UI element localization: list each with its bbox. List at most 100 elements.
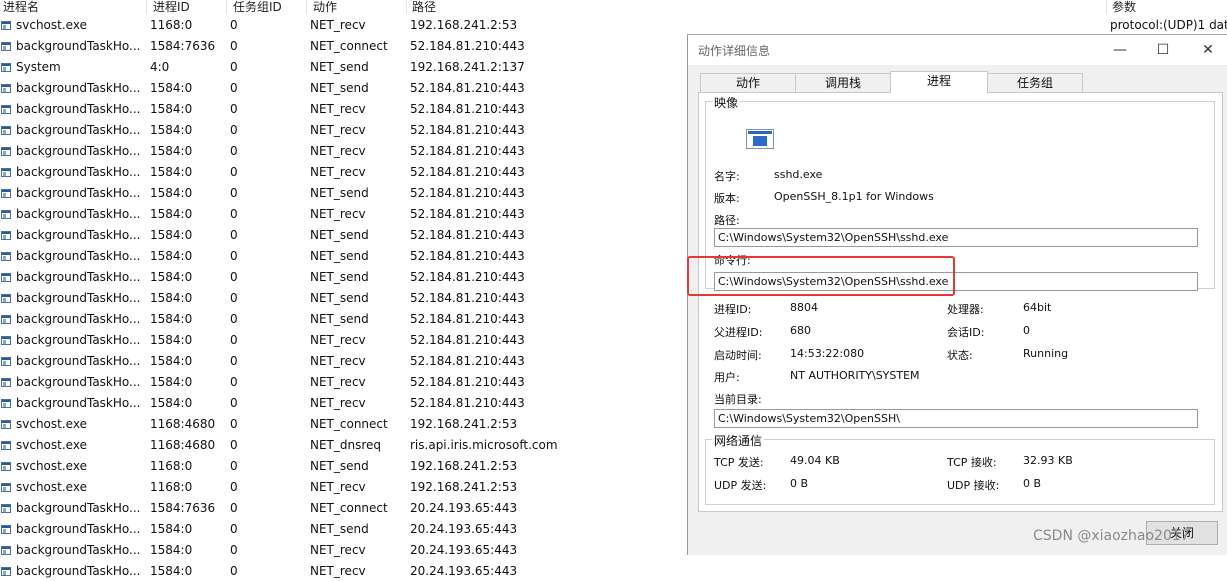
cell-process-name: backgroundTaskHo... [16, 564, 141, 578]
table-row[interactable]: svchost.exe 1168:0 0 NET_send 192.168.241.2:… [0, 455, 680, 476]
cell-process-name: backgroundTaskHo... [16, 186, 141, 200]
minimize-button[interactable]: — [1100, 37, 1140, 63]
cell-action: NET_recv [310, 480, 366, 494]
column-divider[interactable] [406, 0, 407, 14]
path-field[interactable]: C:\Windows\System32\OpenSSH\sshd.exe [714, 228, 1198, 247]
table-row[interactable]: backgroundTaskHo... 1584:0 0 NET_recv 52.184… [0, 140, 680, 161]
table-row[interactable]: backgroundTaskHo... 1584:0 0 NET_recv 52.184… [0, 98, 680, 119]
cell-process-name: backgroundTaskHo... [16, 522, 141, 536]
tab-taskgroup[interactable]: 任务组 [987, 73, 1083, 92]
cell-process-name: svchost.exe [16, 459, 87, 473]
cwd-field[interactable]: C:\Windows\System32\OpenSSH\ [714, 409, 1198, 428]
column-header-pid[interactable]: 进程ID [153, 0, 190, 15]
cell-path: 52.184.81.210:443 [410, 354, 525, 368]
cell-process-name: backgroundTaskHo... [16, 396, 141, 410]
table-row[interactable]: svchost.exe 1168:4680 0 NET_dnsreq ris.api.i… [0, 434, 680, 455]
process-icon [1, 84, 11, 93]
column-divider[interactable] [306, 0, 307, 14]
cell-process-name: backgroundTaskHo... [16, 123, 141, 137]
cell-action: NET_send [310, 522, 369, 536]
table-row[interactable]: svchost.exe 1168:4680 0 NET_connect 192.168.… [0, 413, 680, 434]
cell-taskgroup-id: 0 [230, 333, 238, 347]
name-value: sshd.exe [774, 168, 823, 181]
cell-path: 52.184.81.210:443 [410, 249, 525, 263]
udp-send-label: UDP 发送: [714, 479, 767, 492]
table-row[interactable]: svchost.exe 1168:0 0 NET_recv 192.168.241.2:… [0, 476, 680, 497]
table-row[interactable]: backgroundTaskHo... 1584:0 0 NET_send 52.184… [0, 287, 680, 308]
table-row[interactable]: System 4:0 0 NET_send 192.168.241.2:137 [0, 56, 680, 77]
table-row[interactable]: backgroundTaskHo... 1584:0 0 NET_send 52.184… [0, 245, 680, 266]
process-icon [1, 420, 11, 429]
dialog-titlebar[interactable]: 动作详细信息 — ☐ ✕ [688, 35, 1227, 65]
column-divider[interactable] [146, 0, 147, 14]
table-row[interactable]: backgroundTaskHo... 1584:0 0 NET_send 52.184… [0, 182, 680, 203]
cell-taskgroup-id: 0 [230, 501, 238, 515]
table-row[interactable]: backgroundTaskHo... 1584:0 0 NET_recv 52.184… [0, 119, 680, 140]
cell-process-name: backgroundTaskHo... [16, 312, 141, 326]
cell-pid: 1584:0 [150, 228, 193, 242]
cell-path: 20.24.193.65:443 [410, 522, 518, 536]
tab-action[interactable]: 动作 [700, 73, 796, 92]
column-header-taskgroup[interactable]: 任务组ID [233, 0, 282, 15]
table-row[interactable]: backgroundTaskHo... 1584:7636 0 NET_connect… [0, 497, 680, 518]
column-header-path[interactable]: 路径 [412, 0, 436, 15]
cell-process-name: backgroundTaskHo... [16, 249, 141, 263]
cell-action: NET_recv [310, 123, 366, 137]
table-row[interactable]: svchost.exe 1168:0 0 NET_recv 192.168.241.2:… [0, 14, 680, 35]
table-row[interactable]: backgroundTaskHo... 1584:0 0 NET_recv 52.184… [0, 350, 680, 371]
column-header-params[interactable]: 参数 [1112, 0, 1136, 15]
maximize-button[interactable]: ☐ [1143, 37, 1183, 63]
cell-taskgroup-id: 0 [230, 522, 238, 536]
session-value: 0 [1023, 324, 1030, 337]
process-icon [1, 231, 11, 240]
process-icon [1, 147, 11, 156]
close-window-button[interactable]: ✕ [1188, 37, 1227, 63]
table-row[interactable]: backgroundTaskHo... 1584:0 0 NET_send 52.184… [0, 308, 680, 329]
cell-path: 52.184.81.210:443 [410, 123, 525, 137]
cell-path: 192.168.241.2:53 [410, 459, 518, 473]
table-row[interactable]: backgroundTaskHo... 1584:0 0 NET_send 52.184… [0, 266, 680, 287]
cell-taskgroup-id: 0 [230, 102, 238, 116]
table-row[interactable]: backgroundTaskHo... 1584:0 0 NET_recv 52.184… [0, 203, 680, 224]
tab-process[interactable]: 进程 [890, 71, 988, 93]
table-row[interactable]: backgroundTaskHo... 1584:0 0 NET_send 20.24.… [0, 518, 680, 539]
table-row[interactable]: backgroundTaskHo... 1584:7636 0 NET_connect… [0, 35, 680, 56]
version-value: OpenSSH_8.1p1 for Windows [774, 190, 934, 203]
process-icon [1, 294, 11, 303]
table-row[interactable]: backgroundTaskHo... 1584:0 0 NET_recv 52.184… [0, 371, 680, 392]
cell-process-name: backgroundTaskHo... [16, 81, 141, 95]
cell-path: 52.184.81.210:443 [410, 165, 525, 179]
cell-pid: 1584:0 [150, 354, 193, 368]
table-row[interactable]: backgroundTaskHo... 1584:0 0 NET_recv 20.24.… [0, 560, 680, 581]
tab-callstack[interactable]: 调用栈 [795, 73, 891, 92]
cell-action: NET_connect [310, 501, 388, 515]
cell-pid: 1584:0 [150, 522, 193, 536]
column-header-action[interactable]: 动作 [313, 0, 337, 15]
table-row[interactable]: backgroundTaskHo... 1584:0 0 NET_send 52.184… [0, 224, 680, 245]
cell-action: NET_recv [310, 207, 366, 221]
watermark: CSDN @xiaozhao2017 [1033, 528, 1190, 544]
cell-taskgroup-id: 0 [230, 480, 238, 494]
table-row[interactable]: backgroundTaskHo... 1584:0 0 NET_send 52.184… [0, 77, 680, 98]
cell-path: 20.24.193.65:443 [410, 564, 518, 578]
tcp-send-label: TCP 发送: [714, 456, 764, 469]
column-divider[interactable] [1106, 0, 1107, 14]
table-row[interactable]: backgroundTaskHo... 1584:0 0 NET_recv 52.184… [0, 392, 680, 413]
network-group: 网络通信 TCP 发送: 49.04 KB TCP 接收: 32.93 KB U… [705, 432, 1215, 505]
cell-path: 52.184.81.210:443 [410, 270, 525, 284]
column-header-process-name[interactable]: 进程名 [3, 0, 39, 15]
column-divider[interactable] [226, 0, 227, 14]
table-row[interactable]: backgroundTaskHo... 1584:0 0 NET_recv 52.184… [0, 329, 680, 350]
cell-taskgroup-id: 0 [230, 291, 238, 305]
table-row[interactable]: backgroundTaskHo... 1584:0 0 NET_recv 52.184… [0, 161, 680, 182]
cell-action: NET_dnsreq [310, 438, 382, 452]
cell-pid: 1584:0 [150, 186, 193, 200]
cell-action: NET_recv [310, 396, 366, 410]
cell-taskgroup-id: 0 [230, 417, 238, 431]
ppid-label: 父进程ID: [714, 326, 763, 339]
start-time-label: 启动时间: [714, 349, 762, 362]
cell-pid: 1584:0 [150, 333, 193, 347]
cell-action: NET_send [310, 291, 369, 305]
table-row[interactable]: backgroundTaskHo... 1584:0 0 NET_recv 20.24.… [0, 539, 680, 560]
cell-pid: 1168:0 [150, 18, 193, 32]
